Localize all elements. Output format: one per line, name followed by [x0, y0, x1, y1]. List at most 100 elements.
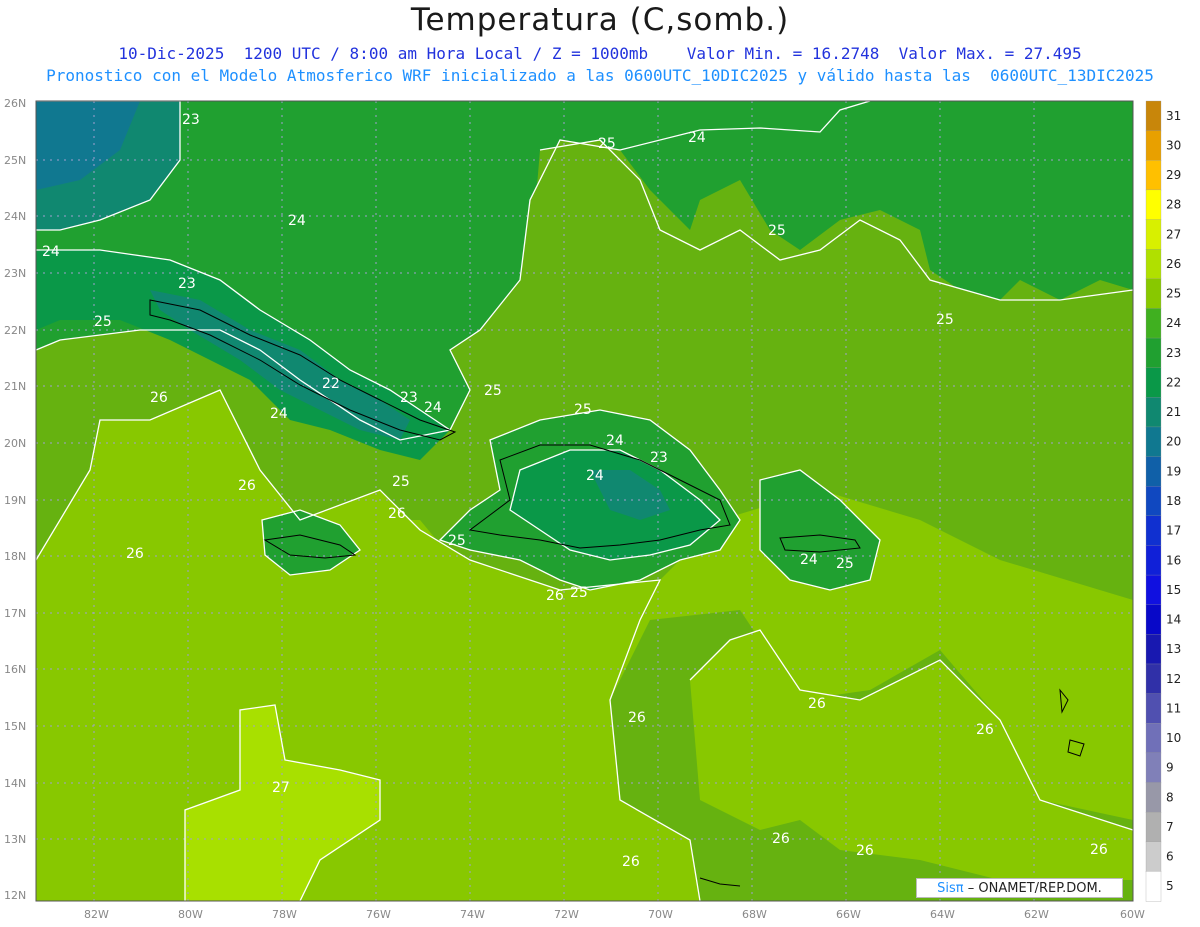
- lat-label: 26N: [4, 97, 26, 110]
- colorbar-swatch: [1145, 693, 1162, 724]
- colorbar-swatch: [1145, 486, 1162, 517]
- colorbar-swatch: [1145, 278, 1162, 310]
- contour-label: 24: [270, 406, 288, 422]
- contour-label: 22: [322, 376, 340, 392]
- colorbar-swatch: [1145, 130, 1162, 161]
- colorbar-swatch: [1145, 515, 1162, 547]
- contour-label: 26: [1090, 842, 1108, 858]
- lat-label: 12N: [4, 889, 26, 902]
- lon-label: 70W: [648, 908, 673, 921]
- lat-label: 24N: [4, 210, 26, 223]
- lon-label: 62W: [1024, 908, 1049, 921]
- lon-label: 76W: [366, 908, 391, 921]
- contour-label: 26: [238, 478, 256, 494]
- colorbar-swatch: [1145, 219, 1162, 250]
- colorbar-swatch: [1145, 752, 1162, 784]
- contour-label: 25: [94, 314, 112, 330]
- contour-label: 26: [628, 710, 646, 726]
- lon-label: 68W: [742, 908, 767, 921]
- colorbar-label: 11: [1166, 701, 1181, 715]
- lat-label: 22N: [4, 324, 26, 337]
- contour-label: 26: [808, 696, 826, 712]
- contour-label: 25: [484, 383, 502, 399]
- lat-label: 15N: [4, 720, 26, 733]
- lat-label: 23N: [4, 267, 26, 280]
- colorbar-label: 23: [1166, 346, 1181, 360]
- contour-label: 25: [768, 223, 786, 239]
- lon-label: 66W: [836, 908, 861, 921]
- contour-label: 24: [288, 213, 306, 229]
- colorbar-label: 26: [1166, 257, 1181, 271]
- colorbar-label: 25: [1166, 287, 1181, 301]
- colorbar-swatch: [1145, 545, 1162, 576]
- contour-label: 25: [392, 474, 410, 490]
- contour-label: 23: [400, 390, 418, 406]
- colorbar-label: 12: [1166, 672, 1181, 686]
- lon-label: 64W: [930, 908, 955, 921]
- latitude-axis: 26N 25N 24N 23N 22N 21N 20N 19N 18N 17N …: [4, 97, 26, 902]
- contour-label: 26: [622, 854, 640, 870]
- contour-label: 26: [388, 506, 406, 522]
- lat-label: 18N: [4, 550, 26, 563]
- contour-label: 26: [150, 390, 168, 406]
- colorbar-label: 8: [1166, 790, 1174, 804]
- colorbar-swatch: [1145, 308, 1162, 339]
- colorbar-swatch: [1145, 367, 1162, 398]
- colorbar-swatch: [1145, 871, 1162, 902]
- colorbar-label: 13: [1166, 642, 1181, 656]
- colorbar-swatch: [1145, 189, 1162, 221]
- colorbar-swatch: [1145, 100, 1162, 132]
- colorbar-swatch: [1145, 337, 1162, 369]
- contour-label: 25: [598, 136, 616, 152]
- colorbar-label: 24: [1166, 316, 1181, 330]
- colorbar-label: 10: [1166, 731, 1181, 745]
- colorbar-label: 9: [1166, 761, 1174, 775]
- colorbar-label: 14: [1166, 613, 1181, 627]
- contour-label: 25: [574, 402, 592, 418]
- contour-label: 26: [976, 722, 994, 738]
- lon-label: 72W: [554, 908, 579, 921]
- lon-label: 82W: [84, 908, 109, 921]
- contour-label: 24: [800, 552, 818, 568]
- colorbar-swatch: [1145, 160, 1162, 191]
- lon-label: 60W: [1120, 908, 1145, 921]
- lat-label: 13N: [4, 833, 26, 846]
- contour-label: 23: [650, 450, 668, 466]
- colorbar-swatch: [1145, 663, 1162, 695]
- colorbar-label: 29: [1166, 168, 1181, 182]
- contour-label: 26: [772, 831, 790, 847]
- contour-label: 24: [42, 244, 60, 260]
- lat-label: 25N: [4, 154, 26, 167]
- colorbar-label: 21: [1166, 405, 1181, 419]
- lat-label: 16N: [4, 663, 26, 676]
- colorbar: 31 30 29 28 27 26 25 24 23 22 21 20 19 18 17 16 15 14 13 12…: [1145, 100, 1181, 902]
- colorbar-label: 20: [1166, 435, 1181, 449]
- contour-label: 24: [688, 130, 706, 146]
- colorbar-swatch: [1145, 604, 1162, 635]
- colorbar-label: 5: [1166, 879, 1174, 893]
- colorbar-label: 22: [1166, 375, 1181, 389]
- colorbar-swatch: [1145, 397, 1162, 428]
- colorbar-label: 18: [1166, 494, 1181, 508]
- colorbar-swatch: [1145, 426, 1162, 458]
- colorbar-swatch: [1145, 456, 1162, 487]
- lat-label: 21N: [4, 380, 26, 393]
- contour-label: 24: [424, 400, 442, 416]
- contour-label: 24: [606, 433, 624, 449]
- colorbar-label: 27: [1166, 227, 1181, 241]
- colorbar-label: 6: [1166, 850, 1174, 864]
- contour-label: 26: [856, 843, 874, 859]
- lat-label: 20N: [4, 437, 26, 450]
- temperature-map: 23 24 24 25 24 25 23 25 22 23 24 24 25 2…: [4, 97, 1181, 921]
- lon-label: 74W: [460, 908, 485, 921]
- colorbar-swatch: [1145, 574, 1162, 606]
- lat-label: 17N: [4, 607, 26, 620]
- colorbar-label: 16: [1166, 553, 1181, 567]
- colorbar-label: 15: [1166, 583, 1181, 597]
- contour-label: 23: [182, 112, 200, 128]
- contour-label: 24: [586, 468, 604, 484]
- lat-label: 14N: [4, 777, 26, 790]
- colorbar-label: 30: [1166, 138, 1181, 152]
- credit-text: – ONAMET/REP.DOM.: [967, 881, 1102, 896]
- lon-label: 78W: [272, 908, 297, 921]
